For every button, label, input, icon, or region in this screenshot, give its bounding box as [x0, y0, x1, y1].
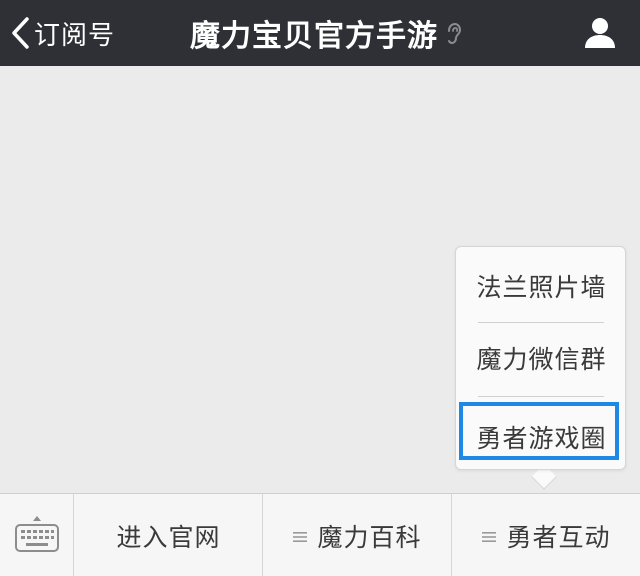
menu-button-hero-interaction[interactable]: 勇者互动: [453, 494, 640, 576]
menu-button-encyclopedia[interactable]: 魔力百科: [264, 494, 452, 576]
menu-lines-icon: [482, 521, 497, 550]
selected-highlight: [459, 402, 619, 460]
profile-button[interactable]: [582, 15, 618, 51]
back-label: 订阅号: [34, 20, 116, 51]
menu-button-label: 勇者互动: [506, 522, 611, 552]
keyboard-icon: [14, 514, 60, 558]
menu-button-official-site[interactable]: 进入官网: [75, 494, 263, 576]
keyboard-toggle-button[interactable]: [0, 494, 74, 576]
top-nav-bar: 订阅号 魔力宝贝官方手游: [0, 0, 640, 66]
ear-icon: [446, 22, 462, 50]
back-button[interactable]: 订阅号: [10, 0, 115, 66]
bottom-menu-bar: 进入官网 魔力百科 勇者互动: [0, 493, 640, 576]
chevron-left-icon: [10, 16, 32, 50]
menu-lines-icon: [293, 521, 308, 550]
menu-button-label: 进入官网: [116, 522, 221, 552]
menu-button-label: 魔力百科: [317, 522, 422, 552]
person-icon: [582, 18, 618, 55]
submenu-item-wechat-group[interactable]: 魔力微信群: [456, 323, 627, 393]
divider: [478, 396, 604, 397]
submenu-item-photo-wall[interactable]: 法兰照片墙: [456, 251, 627, 321]
page-title: 魔力宝贝官方手游: [190, 19, 438, 54]
